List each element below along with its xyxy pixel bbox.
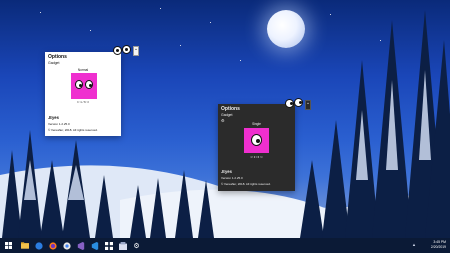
eye-gadget-right-eye[interactable] bbox=[294, 98, 303, 107]
edge-icon[interactable] bbox=[34, 241, 43, 250]
version-text: Version 1.2.25.0 bbox=[221, 176, 243, 180]
eye-gadget-left-eye[interactable] bbox=[113, 46, 122, 55]
settings-icon[interactable]: ⚙ bbox=[132, 241, 141, 250]
pin-icon[interactable]: ▴ bbox=[305, 100, 311, 110]
app-name: .Eyes bbox=[48, 115, 59, 120]
task-view-icon[interactable] bbox=[104, 241, 113, 250]
clock-date: 2/20/2019 bbox=[430, 245, 446, 249]
visual-studio-code-icon[interactable] bbox=[90, 241, 99, 250]
style-pager[interactable]: I< 1 / 6 >I bbox=[45, 100, 121, 104]
eye-gadget-right-eye[interactable] bbox=[122, 45, 131, 54]
app-name: .Eyes bbox=[221, 169, 232, 174]
file-explorer-icon[interactable] bbox=[20, 241, 29, 250]
options-title: Options bbox=[221, 106, 240, 112]
pin-icon[interactable]: ▴ bbox=[133, 46, 139, 56]
taskbar: ⚙ ▲ 3:45 PM 2/20/2019 bbox=[0, 238, 450, 253]
options-panel-dark: Options Gadget ⚙ Single I< 3 / 6 >I .Eye… bbox=[218, 104, 295, 191]
gadget-label: Gadget bbox=[48, 61, 60, 65]
gadget-preview[interactable] bbox=[71, 73, 97, 99]
options-panel-light: Options Gadget Normal I< 1 / 6 >I .Eyes … bbox=[45, 52, 121, 136]
eye-gadget-left-eye[interactable] bbox=[285, 99, 294, 108]
chrome-icon[interactable] bbox=[62, 241, 71, 250]
style-name: Single bbox=[252, 122, 261, 126]
gadget-preview[interactable] bbox=[244, 128, 269, 153]
style-name: Normal bbox=[77, 68, 89, 72]
copyright-text: © Vereafter, 2018. All rights reserved. bbox=[221, 182, 271, 186]
firefox-icon[interactable] bbox=[48, 241, 57, 250]
copyright-text: © Vereafter, 2018. All rights reserved. bbox=[48, 128, 98, 132]
network-icon[interactable]: ▲ bbox=[412, 242, 416, 247]
clock[interactable]: 3:45 PM 2/20/2019 bbox=[431, 240, 446, 250]
options-title: Options bbox=[48, 54, 67, 60]
version-text: Version 1.2.25.0 bbox=[48, 122, 70, 126]
style-pager[interactable]: I< 3 / 6 >I bbox=[218, 155, 295, 159]
store-icon[interactable] bbox=[118, 241, 127, 250]
windows-start-icon[interactable] bbox=[4, 241, 13, 250]
visual-studio-icon[interactable] bbox=[76, 241, 85, 250]
gadget-label: Gadget bbox=[221, 113, 233, 117]
